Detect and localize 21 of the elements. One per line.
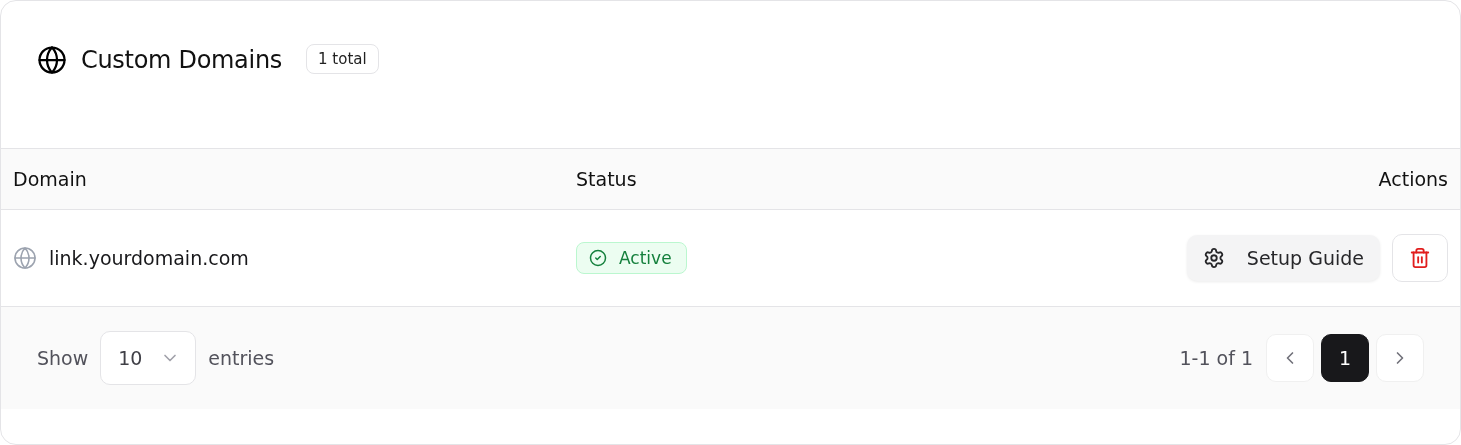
show-label: Show bbox=[37, 347, 89, 369]
column-header: Domain bbox=[13, 168, 87, 190]
count-badge: 1 total bbox=[306, 44, 379, 74]
page-button[interactable]: 1 bbox=[1321, 334, 1369, 382]
delete-button[interactable] bbox=[1392, 234, 1448, 282]
card-title: Custom Domains bbox=[81, 45, 282, 76]
setup-guide-button[interactable]: Setup Guide bbox=[1186, 235, 1380, 281]
next-page-button[interactable] bbox=[1376, 334, 1424, 382]
page-size-select[interactable]: 10 bbox=[100, 331, 197, 385]
entries-label: entries bbox=[208, 347, 275, 369]
globe-icon bbox=[37, 45, 67, 75]
previous-page-button[interactable] bbox=[1266, 334, 1314, 382]
settings-icon bbox=[1202, 247, 1225, 269]
column-header: Actions bbox=[1378, 168, 1448, 190]
trash-icon bbox=[1409, 247, 1431, 269]
status-badge: Active bbox=[576, 242, 687, 274]
column-header: Status bbox=[576, 168, 637, 190]
check-circle-icon bbox=[589, 249, 607, 267]
globe-icon bbox=[13, 246, 37, 270]
domain-name: link.yourdomain.com bbox=[49, 247, 249, 269]
page-range: 1-1 of 1 bbox=[1179, 347, 1253, 369]
